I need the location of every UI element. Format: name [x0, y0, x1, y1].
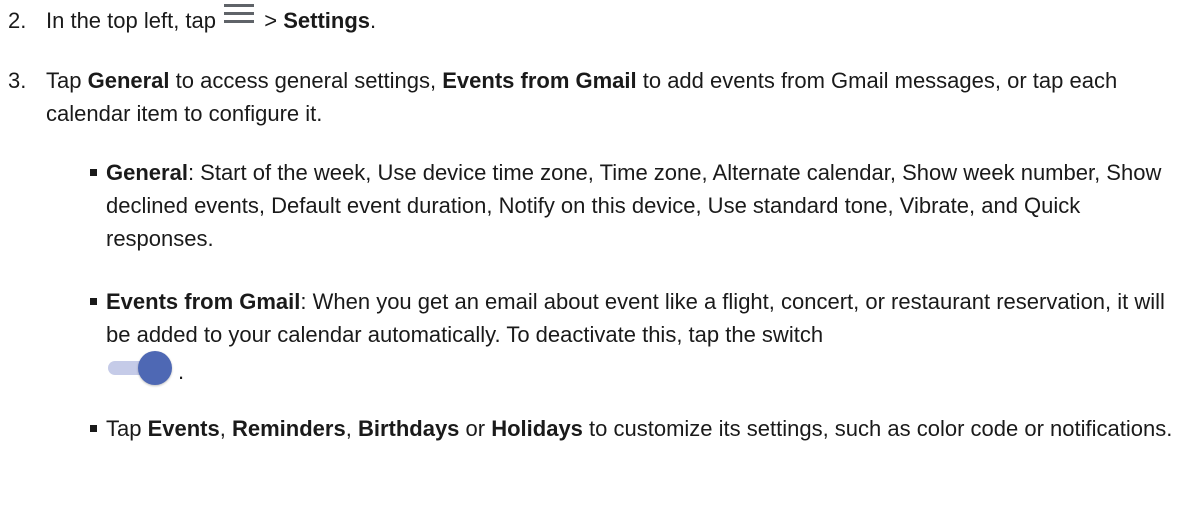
step-2: 2. In the top left, tap > Settings. — [0, 4, 1202, 40]
general-label: General — [87, 68, 170, 93]
step-3-text-b: to access general settings, — [169, 68, 443, 93]
general-bold: General — [106, 160, 188, 185]
bullet-calendars-text: Tap Events, Reminders, Birthdays or Holi… — [106, 412, 1178, 445]
separator-1: , — [219, 416, 232, 441]
separator-3: or — [459, 416, 492, 441]
bullet-marker — [90, 425, 97, 432]
step-2-text: In the top left, tap > Settings. — [46, 4, 1172, 37]
bullet-marker — [90, 169, 97, 176]
step-3-text: Tap General to access general settings, … — [46, 64, 1172, 130]
calendars-text-a: Tap — [106, 416, 148, 441]
step-2-period: . — [370, 8, 377, 33]
events-from-gmail-bold: Events from Gmail — [106, 289, 301, 314]
holidays-bold: Holidays — [491, 416, 583, 441]
settings-label: Settings — [283, 8, 371, 33]
general-description: : Start of the week, Use device time zon… — [106, 160, 1162, 251]
bullet-marker — [90, 298, 97, 305]
step-2-text-before: In the top left, tap — [46, 8, 217, 33]
step-3-text-a: Tap — [46, 68, 88, 93]
step-number: 2. — [8, 8, 27, 33]
events-from-gmail-label: Events from Gmail — [442, 68, 637, 93]
reminders-bold: Reminders — [231, 416, 346, 441]
bullet-general: General: Start of the week, Use device t… — [0, 156, 1202, 256]
bullet-general-text: General: Start of the week, Use device t… — [106, 156, 1178, 255]
bullet-events-from-gmail: Events from Gmail: When you get an email… — [0, 285, 1202, 395]
gmail-period: . — [178, 359, 185, 384]
events-bold: Events — [147, 416, 220, 441]
toggle-switch-on-icon — [108, 351, 178, 385]
hamburger-menu-icon — [224, 4, 255, 24]
birthdays-bold: Birthdays — [357, 416, 460, 441]
bullet-calendar-items: Tap Events, Reminders, Birthdays or Holi… — [0, 412, 1202, 482]
separator-2: , — [345, 416, 358, 441]
step-3: 3. Tap General to access general setting… — [0, 64, 1202, 130]
calendars-text-b: to customize its settings, such as color… — [582, 416, 1173, 441]
step-2-separator: > — [258, 8, 284, 33]
bullet-gmail-text: Events from Gmail: When you get an email… — [106, 285, 1178, 388]
step-number: 3. — [8, 68, 27, 93]
